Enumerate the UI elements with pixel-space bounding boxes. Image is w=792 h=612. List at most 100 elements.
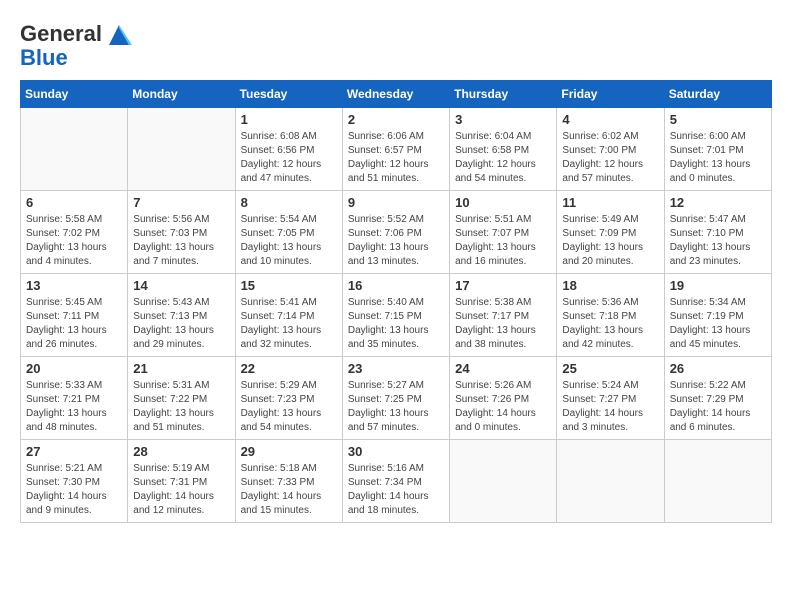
day-info: Sunrise: 5:45 AM Sunset: 7:11 PM Dayligh…: [26, 296, 122, 352]
day-number: 15: [241, 278, 337, 293]
day-number: 19: [670, 278, 766, 293]
calendar-cell: 8Sunrise: 5:54 AM Sunset: 7:05 PM Daylig…: [235, 191, 342, 274]
day-number: 12: [670, 195, 766, 210]
logo-icon: [104, 20, 134, 50]
calendar-cell: 2Sunrise: 6:06 AM Sunset: 6:57 PM Daylig…: [342, 108, 449, 191]
day-number: 17: [455, 278, 551, 293]
calendar-cell: [450, 440, 557, 523]
weekday-header-row: SundayMondayTuesdayWednesdayThursdayFrid…: [21, 81, 772, 108]
day-info: Sunrise: 6:08 AM Sunset: 6:56 PM Dayligh…: [241, 130, 337, 186]
weekday-header-saturday: Saturday: [664, 81, 771, 108]
day-number: 26: [670, 361, 766, 376]
day-number: 7: [133, 195, 229, 210]
day-info: Sunrise: 5:19 AM Sunset: 7:31 PM Dayligh…: [133, 462, 229, 518]
day-number: 6: [26, 195, 122, 210]
calendar-cell: 1 Sunrise: 6:08 AM Sunset: 6:56 PM Daylig…: [235, 108, 342, 191]
weekday-header-tuesday: Tuesday: [235, 81, 342, 108]
week-row-1: 1 Sunrise: 6:08 AM Sunset: 6:56 PM Daylig…: [21, 108, 772, 191]
weekday-header-wednesday: Wednesday: [342, 81, 449, 108]
day-info: Sunrise: 5:52 AM Sunset: 7:06 PM Dayligh…: [348, 213, 444, 269]
calendar-cell: 16 Sunrise: 5:40 AM Sunset: 7:15 PM Dayli…: [342, 274, 449, 357]
calendar-cell: 10 Sunrise: 5:51 AM Sunset: 7:07 PM Dayli…: [450, 191, 557, 274]
day-number: 5: [670, 112, 766, 127]
day-number: 29: [241, 444, 337, 459]
day-number: 22: [241, 361, 337, 376]
page-header: General Blue: [20, 20, 772, 70]
weekday-header-thursday: Thursday: [450, 81, 557, 108]
week-row-2: 6 Sunrise: 5:58 AM Sunset: 7:02 PM Daylig…: [21, 191, 772, 274]
calendar-cell: 14 Sunrise: 5:43 AM Sunset: 7:13 PM Dayli…: [128, 274, 235, 357]
week-row-5: 27Sunrise: 5:21 AM Sunset: 7:30 PM Dayli…: [21, 440, 772, 523]
day-info: Sunrise: 6:02 AM Sunset: 7:00 PM Dayligh…: [562, 130, 658, 186]
weekday-header-monday: Monday: [128, 81, 235, 108]
logo-general: General: [20, 21, 102, 46]
calendar-cell: 21Sunrise: 5:31 AM Sunset: 7:22 PM Dayli…: [128, 357, 235, 440]
day-info: Sunrise: 5:38 AM Sunset: 7:17 PM Dayligh…: [455, 296, 551, 352]
day-number: 20: [26, 361, 122, 376]
calendar-cell: 24 Sunrise: 5:26 AM Sunset: 7:26 PM Dayli…: [450, 357, 557, 440]
day-number: 3: [455, 112, 551, 127]
weekday-header-friday: Friday: [557, 81, 664, 108]
day-info: Sunrise: 6:04 AM Sunset: 6:58 PM Dayligh…: [455, 130, 551, 186]
day-number: 25: [562, 361, 658, 376]
calendar-cell: [128, 108, 235, 191]
day-info: Sunrise: 5:27 AM Sunset: 7:25 PM Dayligh…: [348, 379, 444, 435]
day-info: Sunrise: 5:22 AM Sunset: 7:29 PM Dayligh…: [670, 379, 766, 435]
calendar-cell: 22 Sunrise: 5:29 AM Sunset: 7:23 PM Dayli…: [235, 357, 342, 440]
calendar-cell: 4 Sunrise: 6:02 AM Sunset: 7:00 PM Daylig…: [557, 108, 664, 191]
calendar-cell: 6 Sunrise: 5:58 AM Sunset: 7:02 PM Daylig…: [21, 191, 128, 274]
logo-blue: Blue: [20, 45, 68, 70]
calendar-table: SundayMondayTuesdayWednesdayThursdayFrid…: [20, 80, 772, 523]
calendar-cell: 13 Sunrise: 5:45 AM Sunset: 7:11 PM Dayli…: [21, 274, 128, 357]
logo: General Blue: [20, 20, 134, 70]
day-number: 28: [133, 444, 229, 459]
day-info: Sunrise: 5:18 AM Sunset: 7:33 PM Dayligh…: [241, 462, 337, 518]
day-info: Sunrise: 5:40 AM Sunset: 7:15 PM Dayligh…: [348, 296, 444, 352]
day-info: Sunrise: 5:24 AM Sunset: 7:27 PM Dayligh…: [562, 379, 658, 435]
day-info: Sunrise: 5:41 AM Sunset: 7:14 PM Dayligh…: [241, 296, 337, 352]
day-number: 24: [455, 361, 551, 376]
day-number: 18: [562, 278, 658, 293]
calendar-cell: 15 Sunrise: 5:41 AM Sunset: 7:14 PM Dayli…: [235, 274, 342, 357]
day-info: Sunrise: 5:33 AM Sunset: 7:21 PM Dayligh…: [26, 379, 122, 435]
calendar-cell: 11Sunrise: 5:49 AM Sunset: 7:09 PM Dayli…: [557, 191, 664, 274]
day-number: 8: [241, 195, 337, 210]
weekday-header-sunday: Sunday: [21, 81, 128, 108]
calendar-cell: [664, 440, 771, 523]
calendar-cell: 7 Sunrise: 5:56 AM Sunset: 7:03 PM Daylig…: [128, 191, 235, 274]
day-info: Sunrise: 5:29 AM Sunset: 7:23 PM Dayligh…: [241, 379, 337, 435]
day-info: Sunrise: 5:36 AM Sunset: 7:18 PM Dayligh…: [562, 296, 658, 352]
day-info: Sunrise: 6:00 AM Sunset: 7:01 PM Dayligh…: [670, 130, 766, 186]
week-row-3: 13 Sunrise: 5:45 AM Sunset: 7:11 PM Dayli…: [21, 274, 772, 357]
day-info: Sunrise: 5:49 AM Sunset: 7:09 PM Dayligh…: [562, 213, 658, 269]
calendar-cell: 3 Sunrise: 6:04 AM Sunset: 6:58 PM Daylig…: [450, 108, 557, 191]
week-row-4: 20 Sunrise: 5:33 AM Sunset: 7:21 PM Dayli…: [21, 357, 772, 440]
day-info: Sunrise: 5:43 AM Sunset: 7:13 PM Dayligh…: [133, 296, 229, 352]
day-info: Sunrise: 5:51 AM Sunset: 7:07 PM Dayligh…: [455, 213, 551, 269]
calendar-cell: 30 Sunrise: 5:16 AM Sunset: 7:34 PM Dayli…: [342, 440, 449, 523]
day-number: 4: [562, 112, 658, 127]
calendar-cell: 28 Sunrise: 5:19 AM Sunset: 7:31 PM Dayli…: [128, 440, 235, 523]
calendar-cell: [21, 108, 128, 191]
day-info: Sunrise: 5:16 AM Sunset: 7:34 PM Dayligh…: [348, 462, 444, 518]
day-info: Sunrise: 5:21 AM Sunset: 7:30 PM Dayligh…: [26, 462, 122, 518]
calendar-cell: 5 Sunrise: 6:00 AM Sunset: 7:01 PM Daylig…: [664, 108, 771, 191]
day-info: Sunrise: 5:56 AM Sunset: 7:03 PM Dayligh…: [133, 213, 229, 269]
calendar-cell: 29 Sunrise: 5:18 AM Sunset: 7:33 PM Dayli…: [235, 440, 342, 523]
day-number: 1: [241, 112, 337, 127]
day-info: Sunrise: 5:26 AM Sunset: 7:26 PM Dayligh…: [455, 379, 551, 435]
day-number: 13: [26, 278, 122, 293]
calendar-cell: 18 Sunrise: 5:36 AM Sunset: 7:18 PM Dayli…: [557, 274, 664, 357]
day-number: 14: [133, 278, 229, 293]
calendar-cell: 23Sunrise: 5:27 AM Sunset: 7:25 PM Dayli…: [342, 357, 449, 440]
day-number: 10: [455, 195, 551, 210]
day-number: 16: [348, 278, 444, 293]
day-info: Sunrise: 5:34 AM Sunset: 7:19 PM Dayligh…: [670, 296, 766, 352]
calendar-cell: 19 Sunrise: 5:34 AM Sunset: 7:19 PM Dayli…: [664, 274, 771, 357]
day-info: Sunrise: 5:47 AM Sunset: 7:10 PM Dayligh…: [670, 213, 766, 269]
day-info: Sunrise: 5:58 AM Sunset: 7:02 PM Dayligh…: [26, 213, 122, 269]
calendar-cell: 25 Sunrise: 5:24 AM Sunset: 7:27 PM Dayli…: [557, 357, 664, 440]
day-info: Sunrise: 6:06 AM Sunset: 6:57 PM Dayligh…: [348, 130, 444, 186]
calendar-cell: 27Sunrise: 5:21 AM Sunset: 7:30 PM Dayli…: [21, 440, 128, 523]
day-number: 30: [348, 444, 444, 459]
